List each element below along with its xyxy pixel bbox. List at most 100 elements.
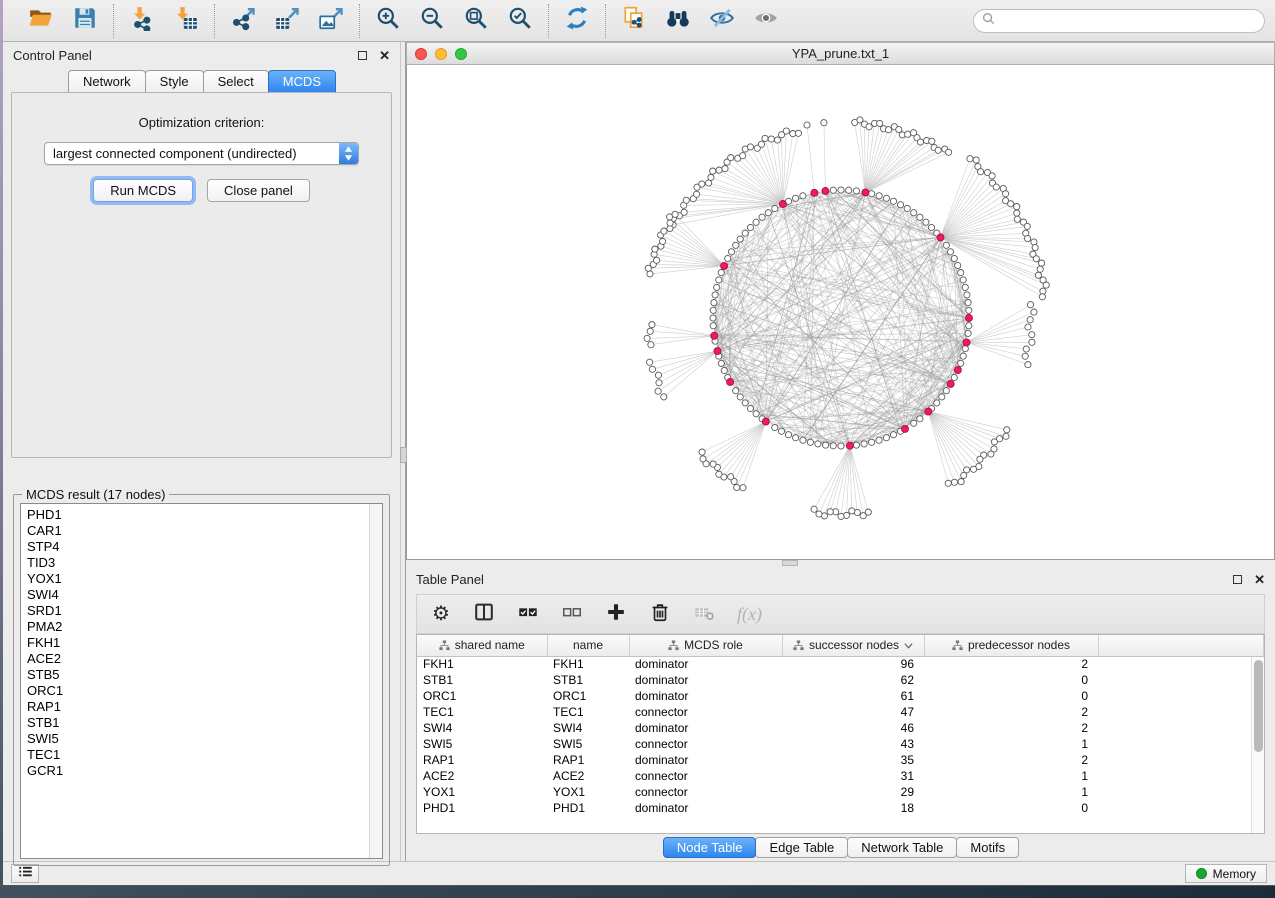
table-row[interactable]: RAP1RAP1dominator352 [417, 752, 1264, 768]
table-row[interactable]: TEC1TEC1connector472 [417, 704, 1264, 720]
network-node[interactable] [860, 513, 866, 519]
mcds-result-item[interactable]: STP4 [27, 539, 369, 555]
network-node[interactable] [762, 135, 768, 141]
network-node[interactable] [960, 353, 966, 359]
network-node[interactable] [929, 138, 935, 144]
mcds-node[interactable] [966, 315, 973, 322]
network-node[interactable] [712, 292, 718, 298]
network-node[interactable] [967, 156, 973, 162]
find-button[interactable] [663, 6, 693, 36]
tab-motifs[interactable]: Motifs [956, 837, 1019, 858]
zoom-selected-button[interactable] [505, 6, 535, 36]
settings-button[interactable]: ⚙ [431, 601, 451, 627]
network-node[interactable] [714, 284, 720, 290]
network-node[interactable] [849, 508, 855, 514]
network-node[interactable] [1014, 216, 1020, 222]
mcds-result-item[interactable]: SWI5 [27, 731, 369, 747]
mcds-node[interactable] [711, 332, 718, 339]
network-node[interactable] [1027, 302, 1033, 308]
network-node[interactable] [718, 270, 724, 276]
export-image-button[interactable] [316, 6, 346, 36]
network-node[interactable] [772, 205, 778, 211]
network-node[interactable] [883, 435, 889, 441]
network-node[interactable] [648, 342, 654, 348]
network-node[interactable] [1039, 294, 1045, 300]
mcds-result-item[interactable]: TID3 [27, 555, 369, 571]
network-node[interactable] [958, 479, 964, 485]
split-view-button[interactable] [473, 601, 495, 627]
network-node[interactable] [716, 277, 722, 283]
network-node[interactable] [733, 242, 739, 248]
network-node[interactable] [838, 513, 844, 519]
tab-network-table[interactable]: Network Table [847, 837, 957, 858]
network-node[interactable] [917, 214, 923, 220]
network-node[interactable] [905, 131, 911, 137]
network-node[interactable] [758, 141, 764, 147]
table-scrollbar[interactable] [1251, 657, 1264, 833]
network-node[interactable] [811, 506, 817, 512]
mcds-node[interactable] [954, 367, 961, 374]
network-node[interactable] [885, 127, 891, 133]
task-history-button[interactable] [11, 864, 39, 883]
network-node[interactable] [1022, 353, 1028, 359]
network-node[interactable] [939, 394, 945, 400]
network-node[interactable] [1037, 266, 1043, 272]
network-node[interactable] [722, 166, 728, 172]
network-node[interactable] [838, 443, 844, 449]
mcds-result-item[interactable]: YOX1 [27, 571, 369, 587]
network-node[interactable] [708, 174, 714, 180]
network-node[interactable] [890, 432, 896, 438]
network-node[interactable] [647, 359, 653, 365]
mcds-node[interactable] [721, 262, 728, 269]
network-node[interactable] [951, 255, 957, 261]
network-node[interactable] [838, 187, 844, 193]
network-node[interactable] [947, 249, 953, 255]
network-node[interactable] [917, 139, 923, 145]
network-node[interactable] [1043, 282, 1049, 288]
table-row[interactable]: FKH1FKH1dominator962 [417, 656, 1264, 672]
column-header-name[interactable]: name [547, 635, 629, 656]
network-node[interactable] [945, 480, 951, 486]
network-node[interactable] [747, 144, 753, 150]
network-node[interactable] [1025, 324, 1031, 330]
network-node[interactable] [827, 509, 833, 515]
network-node[interactable] [793, 435, 799, 441]
column-header-shared-name[interactable]: shared name [417, 635, 547, 656]
network-node[interactable] [904, 205, 910, 211]
network-node[interactable] [876, 193, 882, 199]
mcds-result-item[interactable]: SWI4 [27, 587, 369, 603]
network-node[interactable] [943, 242, 949, 248]
float-panel-icon[interactable] [358, 51, 367, 60]
mcds-result-item[interactable]: PMA2 [27, 619, 369, 635]
network-node[interactable] [965, 330, 971, 336]
network-node[interactable] [1033, 256, 1039, 262]
network-node[interactable] [710, 307, 716, 313]
network-node[interactable] [699, 449, 705, 455]
network-node[interactable] [747, 405, 753, 411]
horizontal-splitter[interactable] [406, 560, 1275, 566]
save-session-button[interactable] [70, 6, 100, 36]
network-node[interactable] [742, 230, 748, 236]
network-node[interactable] [728, 155, 734, 161]
network-node[interactable] [951, 374, 957, 380]
network-node[interactable] [1029, 339, 1035, 345]
mcds-node[interactable] [846, 442, 853, 449]
network-node[interactable] [823, 442, 829, 448]
zoom-out-button[interactable] [417, 6, 447, 36]
network-node[interactable] [700, 456, 706, 462]
close-panel-icon[interactable]: ✕ [379, 49, 390, 62]
network-node[interactable] [716, 471, 722, 477]
table-row[interactable]: ACE2ACE2connector311 [417, 768, 1264, 784]
network-node[interactable] [964, 292, 970, 298]
network-node[interactable] [710, 323, 716, 329]
network-node[interactable] [897, 202, 903, 208]
network-node[interactable] [644, 335, 650, 341]
network-node[interactable] [1008, 201, 1014, 207]
network-node[interactable] [853, 442, 859, 448]
network-node[interactable] [694, 191, 700, 197]
mcds-result-item[interactable]: STB5 [27, 667, 369, 683]
network-node[interactable] [711, 300, 717, 306]
network-node[interactable] [960, 277, 966, 283]
network-node[interactable] [988, 451, 994, 457]
network-node[interactable] [649, 366, 655, 372]
